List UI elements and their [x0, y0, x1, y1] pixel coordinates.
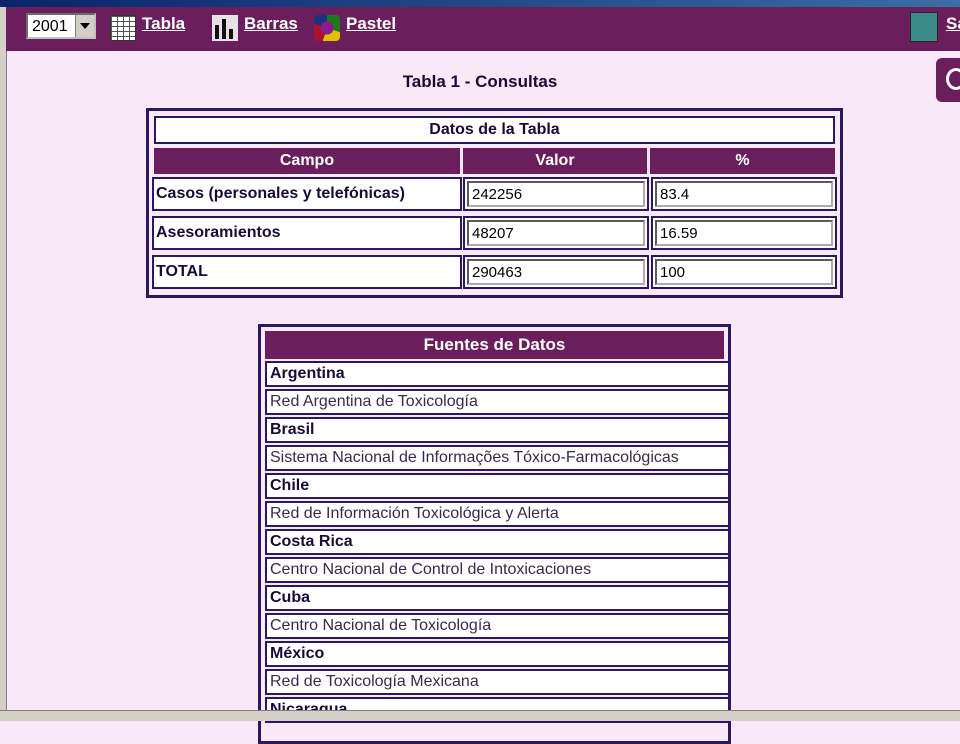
sources-table: Fuentes de Datos Argentina Red Argentina…: [258, 324, 731, 744]
row-label-casos: Casos (personales y telefónicas): [152, 177, 462, 211]
window-bottom-frame: [0, 710, 960, 721]
value-field-asesoramientos[interactable]: [463, 216, 649, 250]
value-field-total[interactable]: [463, 255, 649, 289]
country-row: Argentina: [265, 361, 730, 387]
value-field-casos[interactable]: [463, 177, 649, 211]
source-row: Centro Nacional de Control de Intoxicaci…: [265, 557, 730, 583]
window-left-frame: [0, 7, 7, 720]
country-row: Cuba: [265, 585, 730, 611]
country-row: Chile: [265, 473, 730, 499]
barras-button[interactable]: Barras: [212, 15, 298, 43]
barras-button-label: Barras: [244, 14, 298, 33]
pastel-button[interactable]: Pastel: [314, 15, 396, 43]
window-title-bar: [0, 0, 960, 7]
value-input-asesoramientos[interactable]: [467, 220, 645, 246]
tabla-button-label: Tabla: [142, 14, 186, 33]
country-row: Brasil: [265, 417, 730, 443]
pie-chart-icon: [314, 15, 340, 41]
pastel-button-label: Pastel: [346, 14, 397, 33]
percent-field-asesoramientos[interactable]: [651, 216, 837, 250]
column-header-valor: Valor: [463, 148, 647, 174]
column-header-campo: Campo: [154, 148, 460, 174]
row-label-total: TOTAL: [152, 255, 462, 289]
source-row: Centro Nacional de Toxicología: [265, 613, 730, 639]
column-header-percent: %: [650, 148, 835, 174]
exit-icon[interactable]: [910, 12, 938, 42]
source-row: Red de Toxicología Mexicana: [265, 669, 730, 695]
percent-input-asesoramientos[interactable]: [655, 220, 833, 246]
toolbar: 2001 Tabla Barras Pastel: [6, 7, 960, 51]
table-icon: [110, 15, 136, 41]
row-label-asesoramientos: Asesoramientos: [152, 216, 462, 250]
tabla-button[interactable]: Tabla: [110, 15, 185, 43]
chevron-down-icon[interactable]: [75, 15, 94, 37]
country-row: Costa Rica: [265, 529, 730, 555]
value-input-total[interactable]: [467, 259, 645, 285]
source-row: Red de Información Toxicológica y Alerta: [265, 501, 730, 527]
sources-table-title: Fuentes de Datos: [265, 331, 724, 359]
page-title: Tabla 1 - Consultas: [402, 72, 558, 91]
source-row: Red Argentina de Toxicología: [265, 389, 730, 415]
data-table: Datos de la Tabla Campo Valor % Casos (p…: [146, 108, 843, 298]
percent-input-casos[interactable]: [655, 181, 833, 207]
data-table-caption: Datos de la Tabla: [154, 116, 835, 144]
percent-field-casos[interactable]: [651, 177, 837, 211]
country-row: México: [265, 641, 730, 667]
source-row: Sistema Nacional de Informações Tóxico-F…: [265, 445, 730, 471]
bar-chart-icon: [212, 15, 238, 41]
year-select[interactable]: 2001: [26, 13, 96, 39]
percent-field-total[interactable]: [651, 255, 837, 289]
percent-input-total[interactable]: [655, 259, 833, 285]
value-input-casos[interactable]: [467, 181, 645, 207]
year-select-value: 2001: [32, 18, 68, 35]
exit-button-label[interactable]: Sa: [946, 14, 960, 34]
